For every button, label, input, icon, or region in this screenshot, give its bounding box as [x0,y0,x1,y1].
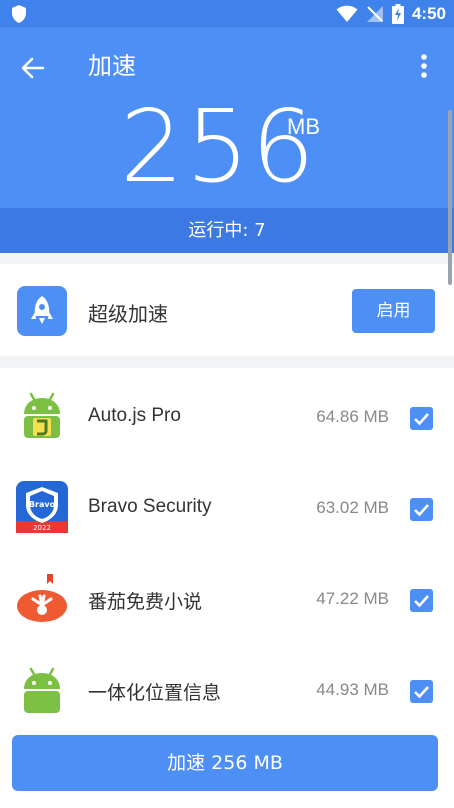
autojs-android-icon [24,392,60,438]
header: 加速 256 MB [0,27,454,210]
running-count: 运行中: 7 [0,208,454,253]
list-item[interactable]: Bravo 2022 Bravo Security 63.02 MB [0,461,454,553]
app-size: 44.93 MB [316,680,389,699]
app-name: 一体化位置信息 [88,683,222,704]
list-item[interactable]: 一体化位置信息 44.93 MB [0,643,454,735]
app-name: Bravo Security [88,496,212,517]
app-name: Auto.js Pro [88,405,181,426]
memory-value: 256 [120,88,317,205]
tomato-icon [17,574,67,622]
checkbox-checked-icon[interactable] [410,589,433,612]
app-size: 63.02 MB [316,498,389,517]
checkbox-checked-icon[interactable] [410,680,433,703]
enable-button[interactable]: 启用 [352,289,435,333]
more-options-icon[interactable] [420,53,428,79]
app-size: 47.22 MB [316,589,389,608]
list-item[interactable]: 番茄免费小说 47.22 MB [0,552,454,644]
checkbox-checked-icon[interactable] [410,498,433,521]
checkbox-checked-icon[interactable] [410,407,433,430]
app-size: 64.86 MB [316,407,389,426]
page-title: 加速 [88,52,136,80]
bravo-icon-year: 2022 [33,524,51,532]
scrollbar[interactable] [448,110,452,285]
boost-button[interactable]: 加速 256 MB [12,735,438,791]
list-item[interactable]: Auto.js Pro 64.86 MB [0,370,454,462]
battery-charging-icon [391,3,404,24]
wifi-icon [336,5,358,22]
memory-unit: MB [287,114,320,139]
super-boost-label: 超级加速 [88,302,168,326]
app-name: 番茄免费小说 [88,592,203,613]
clock: 4:50 [411,3,446,23]
bravo-shield-icon: Bravo 2022 [16,481,68,533]
android-icon [24,667,60,713]
shield-icon [12,5,26,23]
bravo-icon-text: Bravo [29,500,56,509]
status-bar: 4:50 [0,0,454,27]
no-signal-icon [366,5,383,22]
back-arrow-icon[interactable] [18,53,48,83]
rocket-icon [17,286,67,336]
super-boost-row: 超级加速 启用 [0,264,454,356]
